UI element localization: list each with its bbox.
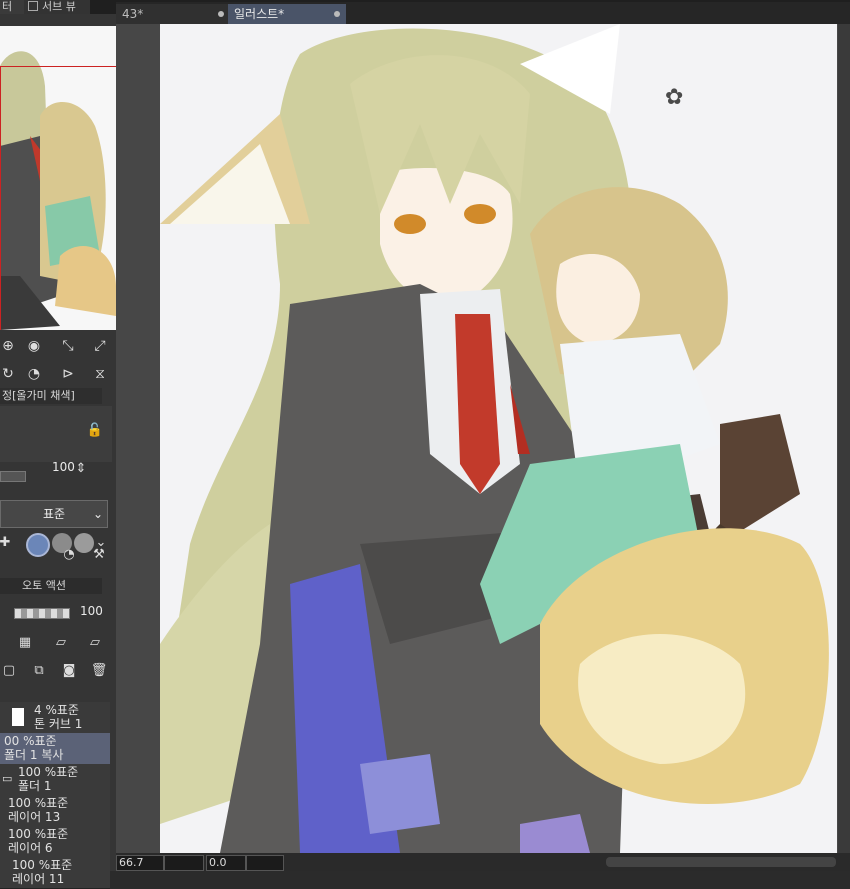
layer-row[interactable]: 100 %표준 레이어 6 [0, 826, 110, 858]
horizontal-scrollbar[interactable] [606, 857, 836, 867]
tab-sub-view[interactable]: 서브 뷰 [24, 0, 90, 14]
rotation-field[interactable]: 0.0 [206, 855, 246, 871]
navigator-thumbnail [0, 26, 116, 330]
trash-icon[interactable]: 🗑 [90, 662, 108, 680]
zoom-slider[interactable] [164, 855, 204, 871]
document-tabs: 43* 일러스트* [116, 2, 850, 24]
navigator-tools: ⊕ ◉ ⤡ ⤢ ↻ ◔ ⊳ ⧖ [0, 336, 116, 392]
illustration: ✿ [160, 24, 837, 853]
layer-name: 폴더 1 [18, 779, 52, 793]
tab-doc-illust[interactable]: 일러스트* [228, 4, 346, 24]
layer-blend: 100 %표준 [12, 858, 73, 872]
zoom-in-icon[interactable]: ⊕ [0, 336, 18, 356]
layer-blend: 100 %표준 [8, 796, 69, 810]
opacity-slider[interactable] [14, 608, 70, 619]
canvas-artwork[interactable]: ✿ [160, 24, 837, 853]
navigator-preview[interactable] [0, 26, 116, 330]
brush-tip-icon[interactable]: ✚ [0, 534, 14, 552]
rotation-slider[interactable] [246, 855, 284, 871]
tab-label: 일러스트* [234, 7, 285, 21]
flip-v-icon[interactable]: ⧖ [90, 364, 110, 384]
tab-navigator[interactable]: 터 [0, 0, 24, 14]
layer-actions-row: ▢ ⧉ ◙ 🗑 [0, 660, 112, 684]
layer-name: 폴더 1 복사 [4, 748, 64, 762]
layer-blend: 4 %표준 [34, 703, 79, 717]
folder-icon[interactable]: ▭ [2, 772, 12, 786]
size-slider[interactable] [0, 471, 26, 482]
left-sidebar: ⊕ ◉ ⤡ ⤢ ↻ ◔ ⊳ ⧖ 정[올가미 채색] 🔓 100 ⇕ 표준 ⌄ ✚ … [0, 14, 116, 889]
tab-sub-view-label: 서브 뷰 [42, 0, 76, 13]
fit-icon[interactable]: ⤡ [58, 336, 78, 356]
timer-icon[interactable]: ◔ [24, 364, 44, 384]
timer-icon[interactable]: ◔ [60, 546, 78, 564]
layer-row[interactable]: 100 %표준 레이어 13 [0, 795, 110, 827]
lock-icon[interactable]: 🔓 [86, 422, 104, 440]
nav-viewport-line [0, 66, 116, 67]
tab-doc-43[interactable]: 43* [116, 4, 230, 24]
layer-thumb [12, 708, 24, 726]
rotate-icon[interactable]: ↻ [0, 364, 18, 384]
brush-shape-selected[interactable] [26, 533, 50, 557]
layer-row[interactable]: ▭ 100 %표준 폴더 1 [0, 764, 110, 796]
copy-layer-icon[interactable]: ⧉ [30, 662, 48, 680]
mask-x-icon[interactable]: ▱ [86, 634, 104, 652]
layer-tools-row: ▦ ▱ ▱ [0, 632, 112, 656]
flip-h-icon[interactable]: ⊳ [58, 364, 78, 384]
layer-name: 톤 커브 1 [34, 717, 83, 731]
expand-icon[interactable]: ⤢ [90, 336, 110, 356]
sub-view-icon [28, 1, 38, 11]
stop-icon[interactable]: ◉ [24, 336, 44, 356]
blend-mode-select[interactable]: 표준 ⌄ [0, 500, 108, 528]
auto-action-label: 오토 액션 [22, 579, 66, 592]
wrench-icon[interactable]: ⚒ [90, 546, 108, 564]
layer-row[interactable]: 4 %표준 톤 커브 1 [0, 702, 110, 734]
layer-name: 레이어 13 [8, 810, 61, 824]
tab-label: 43* [122, 7, 144, 21]
layer-name: 레이어 11 [12, 872, 65, 886]
chevron-down-icon: ⌄ [92, 507, 103, 521]
svg-text:✿: ✿ [665, 85, 683, 110]
layer-name: 레이어 6 [8, 841, 53, 855]
tool-property-title: 정[올가미 채색] [0, 388, 102, 404]
auto-action-tab[interactable]: 오토 액션 [0, 578, 102, 594]
tool-property-body: 🔓 [0, 406, 112, 462]
new-layer-icon[interactable]: ▢ [0, 662, 18, 680]
layer-blend: 100 %표준 [18, 765, 79, 779]
stepper-icon[interactable]: ⇕ [72, 460, 90, 478]
layer-blend: 00 %표준 [4, 734, 57, 748]
mask-icon[interactable]: ▱ [52, 634, 70, 652]
layer-opacity-row: 100 [0, 598, 112, 628]
layer-row-selected[interactable]: 00 %표준 폴더 1 복사 [0, 733, 110, 765]
mask-layer-icon[interactable]: ◙ [60, 662, 78, 680]
blend-mode-value: 표준 [42, 507, 66, 521]
layer-blend: 100 %표준 [8, 827, 69, 841]
status-bar: 66.7 0.0 [116, 853, 850, 871]
nav-viewport-line [0, 66, 1, 330]
opacity-value[interactable]: 100 [80, 604, 103, 618]
close-dot-icon[interactable] [218, 11, 224, 17]
zoom-field[interactable]: 66.7 [116, 855, 164, 871]
checker-icon[interactable]: ▦ [16, 634, 34, 652]
layer-row[interactable]: 100 %표준 레이어 11 [0, 857, 110, 889]
vertical-scrollbar[interactable] [838, 24, 850, 853]
close-dot-icon[interactable] [334, 11, 340, 17]
